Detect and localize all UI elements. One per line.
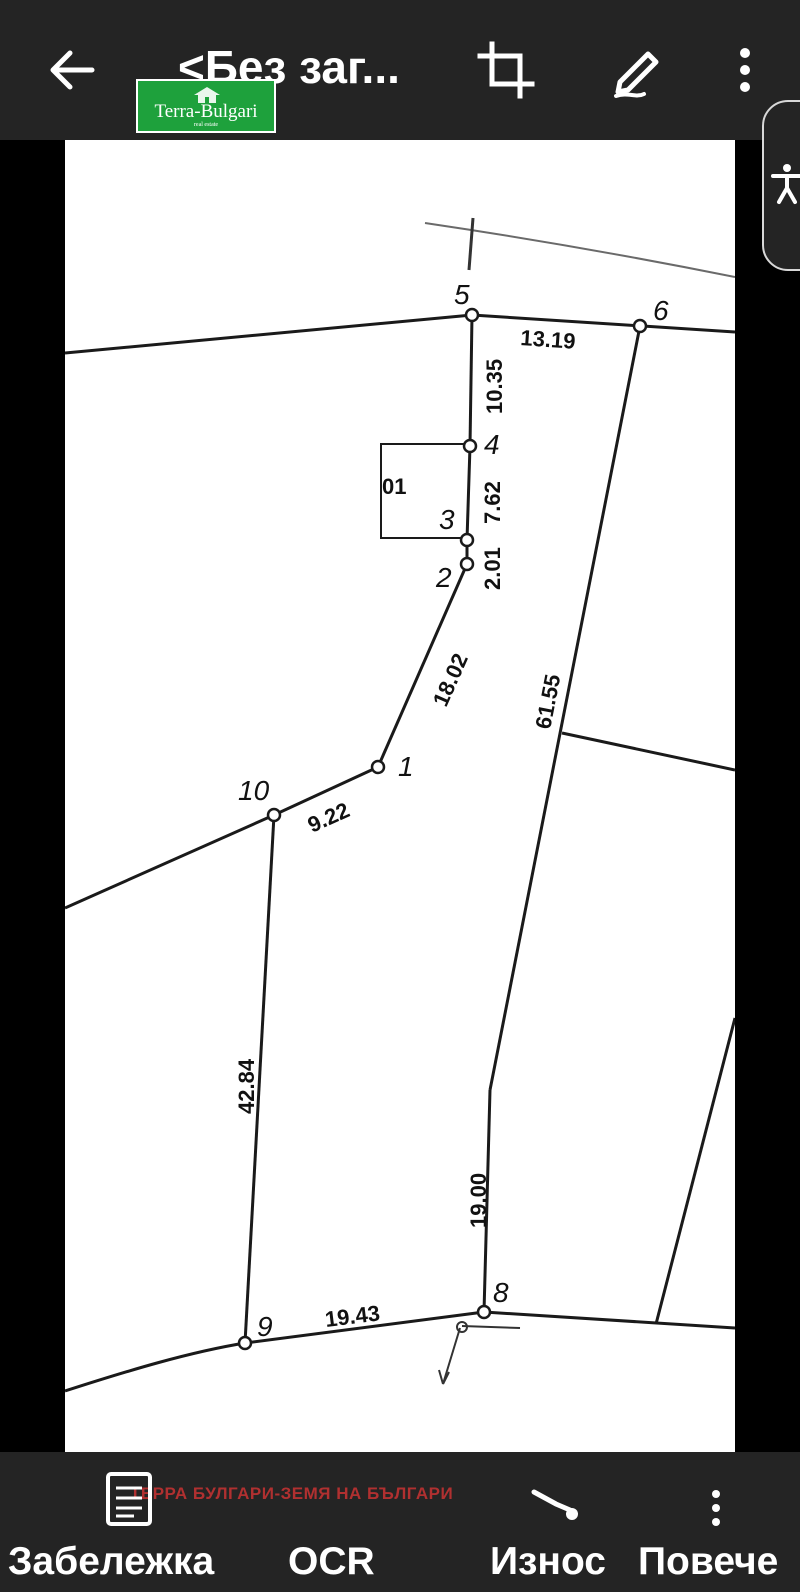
distance-label: 42.84 <box>234 1058 259 1114</box>
distance-label: 10.35 <box>482 359 507 414</box>
distance-label: 7.62 <box>480 481 505 524</box>
distance-label: 13.19 <box>520 325 577 354</box>
logo-subtext: real estate <box>193 122 219 128</box>
distance-label: 18.02 <box>428 650 473 710</box>
share-icon[interactable] <box>530 1484 580 1526</box>
arrow-left-icon <box>50 50 95 90</box>
point-label: 1 <box>398 751 414 782</box>
top-toolbar <box>0 0 800 140</box>
distance-label: 61.55 <box>530 672 565 731</box>
point-label: 6 <box>653 295 669 326</box>
edit-button[interactable] <box>608 40 668 100</box>
distance-label: 2.01 <box>480 547 505 590</box>
accessibility-button[interactable] <box>762 100 800 271</box>
point-label: 10 <box>238 775 270 806</box>
pencil-icon <box>614 51 659 98</box>
crop-button[interactable] <box>476 40 536 100</box>
note-icon[interactable] <box>104 1470 154 1528</box>
export-button[interactable]: Износ <box>490 1540 606 1584</box>
logo-text: Terra-Bulgari <box>154 101 258 122</box>
crop-icon <box>477 41 535 99</box>
distance-label: 9.22 <box>304 797 353 837</box>
scanned-document[interactable]: 5 6 4 3 2 1 10 9 8 01 13.19 10.35 7.62 2… <box>65 140 735 1452</box>
more-button[interactable]: Повече <box>638 1540 778 1584</box>
more-vertical-icon <box>740 48 750 92</box>
ocr-button[interactable]: OCR <box>288 1540 375 1584</box>
distance-label: 19.00 <box>466 1173 491 1228</box>
point-label: 5 <box>454 279 470 310</box>
point-label: 9 <box>257 1311 273 1342</box>
cadastral-plan: 5 6 4 3 2 1 10 9 8 01 13.19 10.35 7.62 2… <box>65 217 735 1393</box>
point-label: 3 <box>439 504 455 535</box>
point-label: 4 <box>484 429 500 460</box>
back-button[interactable] <box>42 40 102 100</box>
more-vertical-icon[interactable] <box>704 1486 728 1530</box>
terra-bulgari-logo: Terra-Bulgari real estate <box>136 79 276 133</box>
accessibility-icon <box>771 164 800 204</box>
watermark-text: ТЕРРА БУЛГАРИ-ЗЕМЯ НА БЪЛГАРИ <box>130 1484 454 1503</box>
point-label: 8 <box>493 1277 509 1308</box>
more-options-button[interactable] <box>715 40 775 100</box>
note-button[interactable]: Забележка <box>8 1540 214 1584</box>
point-label: 2 <box>435 562 452 593</box>
building-label: 01 <box>382 474 406 499</box>
